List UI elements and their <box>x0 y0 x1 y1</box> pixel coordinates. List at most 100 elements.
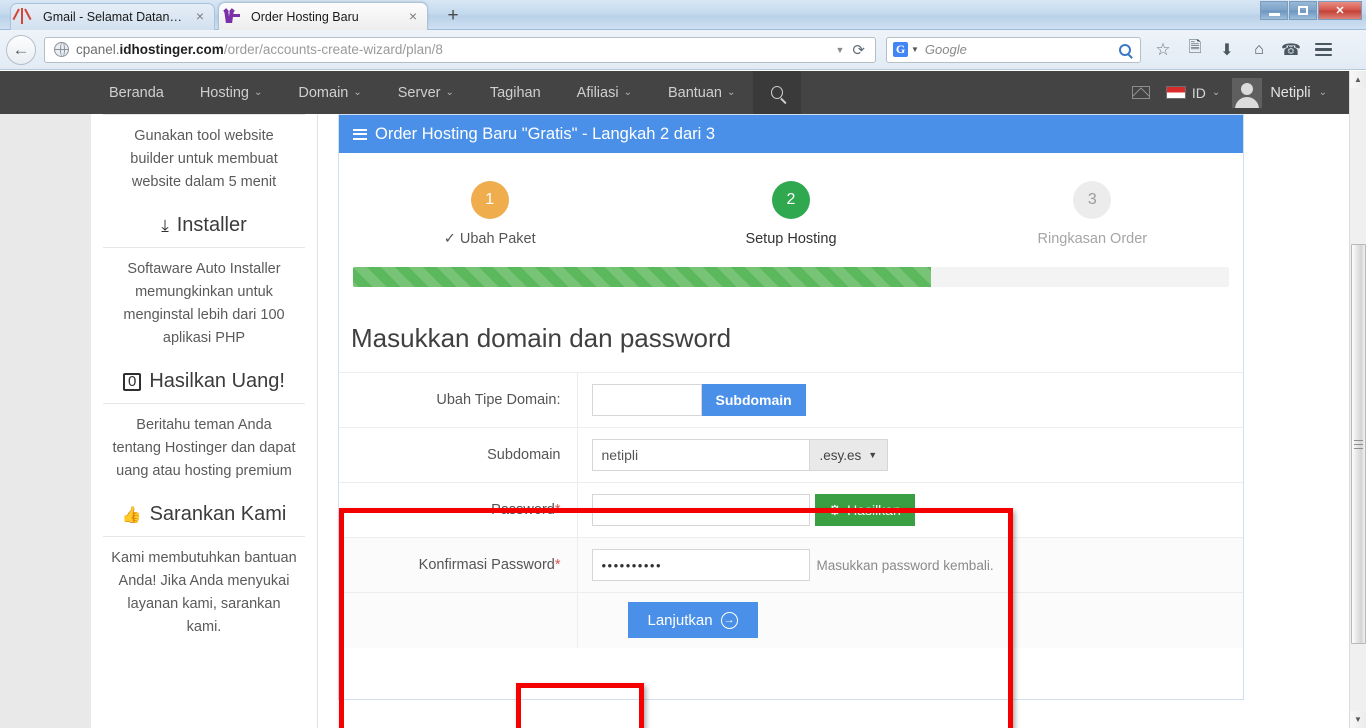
step-label: Setup Hosting <box>745 231 837 247</box>
sidebar-text-installer: Softaware Auto Installer memungkinkan un… <box>123 261 285 346</box>
nav-search-button[interactable] <box>753 71 802 114</box>
panel-header: Order Hosting Baru "Gratis" - Langkah 2 … <box>339 115 1243 153</box>
subdomain-input[interactable]: netipli <box>591 439 810 471</box>
wizard-step-2[interactable]: 2 Setup Hosting <box>640 181 941 247</box>
language-selector[interactable]: ID ⌄ <box>1165 84 1221 101</box>
scrollbar-thumb[interactable] <box>1351 244 1366 644</box>
chevron-down-icon: ⌄ <box>623 87 632 98</box>
sidebar-text-money: Beritahu teman Anda tentang Hostinger da… <box>112 417 296 479</box>
tipe-domain-input[interactable] <box>591 384 702 416</box>
gmail-icon <box>21 8 37 25</box>
tab-close-icon[interactable]: × <box>405 9 421 25</box>
minimize-button[interactable] <box>1260 1 1288 20</box>
confirm-password-helper: Masukkan password kembali. <box>816 557 994 573</box>
form-label-tipe-domain: Ubah Tipe Domain: <box>339 372 578 428</box>
nav-label: Beranda <box>109 84 164 101</box>
wizard-step-1[interactable]: 1 ✓ Ubah Paket <box>339 181 640 247</box>
nav-item-bantuan[interactable]: Bantuan ⌄ <box>650 71 753 114</box>
user-menu[interactable]: Netipli ⌄ <box>1232 77 1327 108</box>
nav-label: Tagihan <box>489 84 541 101</box>
star-icon[interactable]: ☆ <box>1147 35 1179 65</box>
language-label: ID <box>1191 84 1206 101</box>
domain-suffix-label: .esy.es <box>819 447 862 463</box>
sidebar-heading-recommend: 👍 Sarankan Kami <box>103 499 305 537</box>
progress-bar <box>353 267 1229 287</box>
downloads-icon[interactable]: ⬇ <box>1211 35 1243 65</box>
required-mark: * <box>554 557 561 573</box>
nav-label: Afiliasi <box>576 84 619 101</box>
scroll-down-arrow-icon[interactable]: ▼ <box>1350 711 1366 728</box>
chevron-down-icon: ⌄ <box>1318 87 1327 98</box>
check-icon: ✓ <box>443 231 456 247</box>
back-button[interactable]: ← <box>6 34 36 65</box>
nav-label: Hosting <box>199 84 249 101</box>
home-icon[interactable]: ⌂ <box>1243 35 1275 65</box>
nav-item-hosting[interactable]: Hosting ⌄ <box>182 71 281 114</box>
order-form: Ubah Tipe Domain: Subdomain Subdomain ne… <box>339 372 1243 648</box>
tab-title: Gmail - Selamat Datang di ... <box>43 10 188 24</box>
close-button[interactable]: ✕ <box>1318 1 1362 20</box>
browser-toolbar: ← cpanel.idhostinger.com/order/accounts-… <box>0 30 1366 70</box>
new-tab-button[interactable]: + <box>440 6 466 27</box>
sidebar-heading-installer: ⤓ Installer <box>103 210 305 248</box>
browser-tab-order-hosting[interactable]: Order Hosting Baru × <box>218 2 428 30</box>
menu-icon[interactable] <box>1307 35 1339 65</box>
wizard-steps: 1 ✓ Ubah Paket 2 Setup Hosting 3 Ringkasa… <box>339 153 1243 261</box>
user-name: Netipli <box>1270 84 1311 101</box>
nav-item-afiliasi[interactable]: Afiliasi ⌄ <box>559 71 650 114</box>
sidebar-text-recommend: Kami membutuhkan bantuan Anda! Jika Anda… <box>111 550 297 635</box>
url-prefix: cpanel. <box>76 42 120 57</box>
form-label-subdomain: Subdomain <box>339 427 578 483</box>
vertical-scrollbar[interactable]: ▲ ▼ <box>1349 71 1366 728</box>
continue-button[interactable]: Lanjutkan → <box>627 602 758 639</box>
password-input[interactable]: •••••••••• <box>591 494 810 526</box>
subdomain-toggle-button[interactable]: Subdomain <box>701 384 806 416</box>
panel-title: Order Hosting Baru "Gratis" - Langkah 2 … <box>375 124 716 143</box>
form-row-subdomain: Subdomain netipli .esy.es ▼ <box>339 427 1243 483</box>
step-number: 2 <box>771 181 810 219</box>
form-label-password: Password* <box>339 482 578 538</box>
globe-icon <box>53 41 69 57</box>
title-bar: Gmail - Selamat Datang di ... × Order Ho… <box>0 0 1366 30</box>
confirm-password-input[interactable]: •••••••••• <box>591 549 810 581</box>
chevron-down-icon: ⌄ <box>1211 87 1221 98</box>
search-icon[interactable] <box>1119 43 1131 56</box>
nav-item-tagihan[interactable]: Tagihan <box>472 71 559 114</box>
chevron-down-icon: ▼ <box>868 450 878 460</box>
generate-password-button[interactable]: ⚙ Hasilkan <box>814 494 915 526</box>
nav-item-server[interactable]: Server ⌄ <box>380 71 472 114</box>
avatar <box>1232 77 1263 108</box>
chevron-down-icon[interactable]: ▼ <box>836 45 845 55</box>
search-bar[interactable]: G ▼ Google <box>886 36 1141 63</box>
nav-item-beranda[interactable]: Beranda <box>91 71 182 114</box>
tab-title: Order Hosting Baru <box>251 9 359 24</box>
search-icon <box>771 86 784 99</box>
domain-suffix-dropdown[interactable]: .esy.es ▼ <box>809 439 889 471</box>
reload-icon[interactable]: ⟳ <box>852 41 865 59</box>
form-label-konfirmasi-password: Konfirmasi Password* <box>339 537 578 593</box>
thumbs-up-icon: 👍 <box>121 506 142 524</box>
chevron-down-icon[interactable]: ▼ <box>911 45 919 54</box>
money-icon: 0 <box>123 372 142 391</box>
scroll-up-arrow-icon[interactable]: ▲ <box>1350 71 1366 88</box>
maximize-button[interactable] <box>1289 1 1317 20</box>
chevron-down-icon: ⌄ <box>445 87 454 98</box>
step-label-text: Ubah Paket <box>459 231 536 247</box>
form-submit-spacer <box>339 592 578 648</box>
site-nav-right: ID ⌄ Netipli ⌄ <box>1131 71 1327 114</box>
address-bar[interactable]: cpanel.idhostinger.com/order/accounts-cr… <box>44 36 876 63</box>
mail-icon[interactable] <box>1131 86 1150 99</box>
sidebar-heading-label: Sarankan Kami <box>149 503 287 525</box>
url-path: /order/accounts-create-wizard/plan/8 <box>223 42 443 57</box>
form-row-konfirmasi-password: Konfirmasi Password* •••••••••• Masukkan … <box>339 537 1243 593</box>
nav-item-domain[interactable]: Domain ⌄ <box>280 71 379 114</box>
site-nav-items: Beranda Hosting ⌄ Domain ⌄ Server ⌄ Tagi… <box>91 71 802 114</box>
browser-window: Gmail - Selamat Datang di ... × Order Ho… <box>0 0 1366 728</box>
browser-tab-gmail[interactable]: Gmail - Selamat Datang di ... × <box>10 3 215 30</box>
tab-close-icon[interactable]: × <box>192 9 208 25</box>
reading-list-icon[interactable]: 🗎 <box>1179 35 1211 65</box>
wizard-step-3[interactable]: 3 Ringkasan Order <box>942 181 1243 247</box>
search-input[interactable]: Google <box>925 42 1119 57</box>
phone-icon[interactable]: ☎ <box>1275 35 1307 65</box>
step-label: Ringkasan Order <box>1037 231 1148 247</box>
